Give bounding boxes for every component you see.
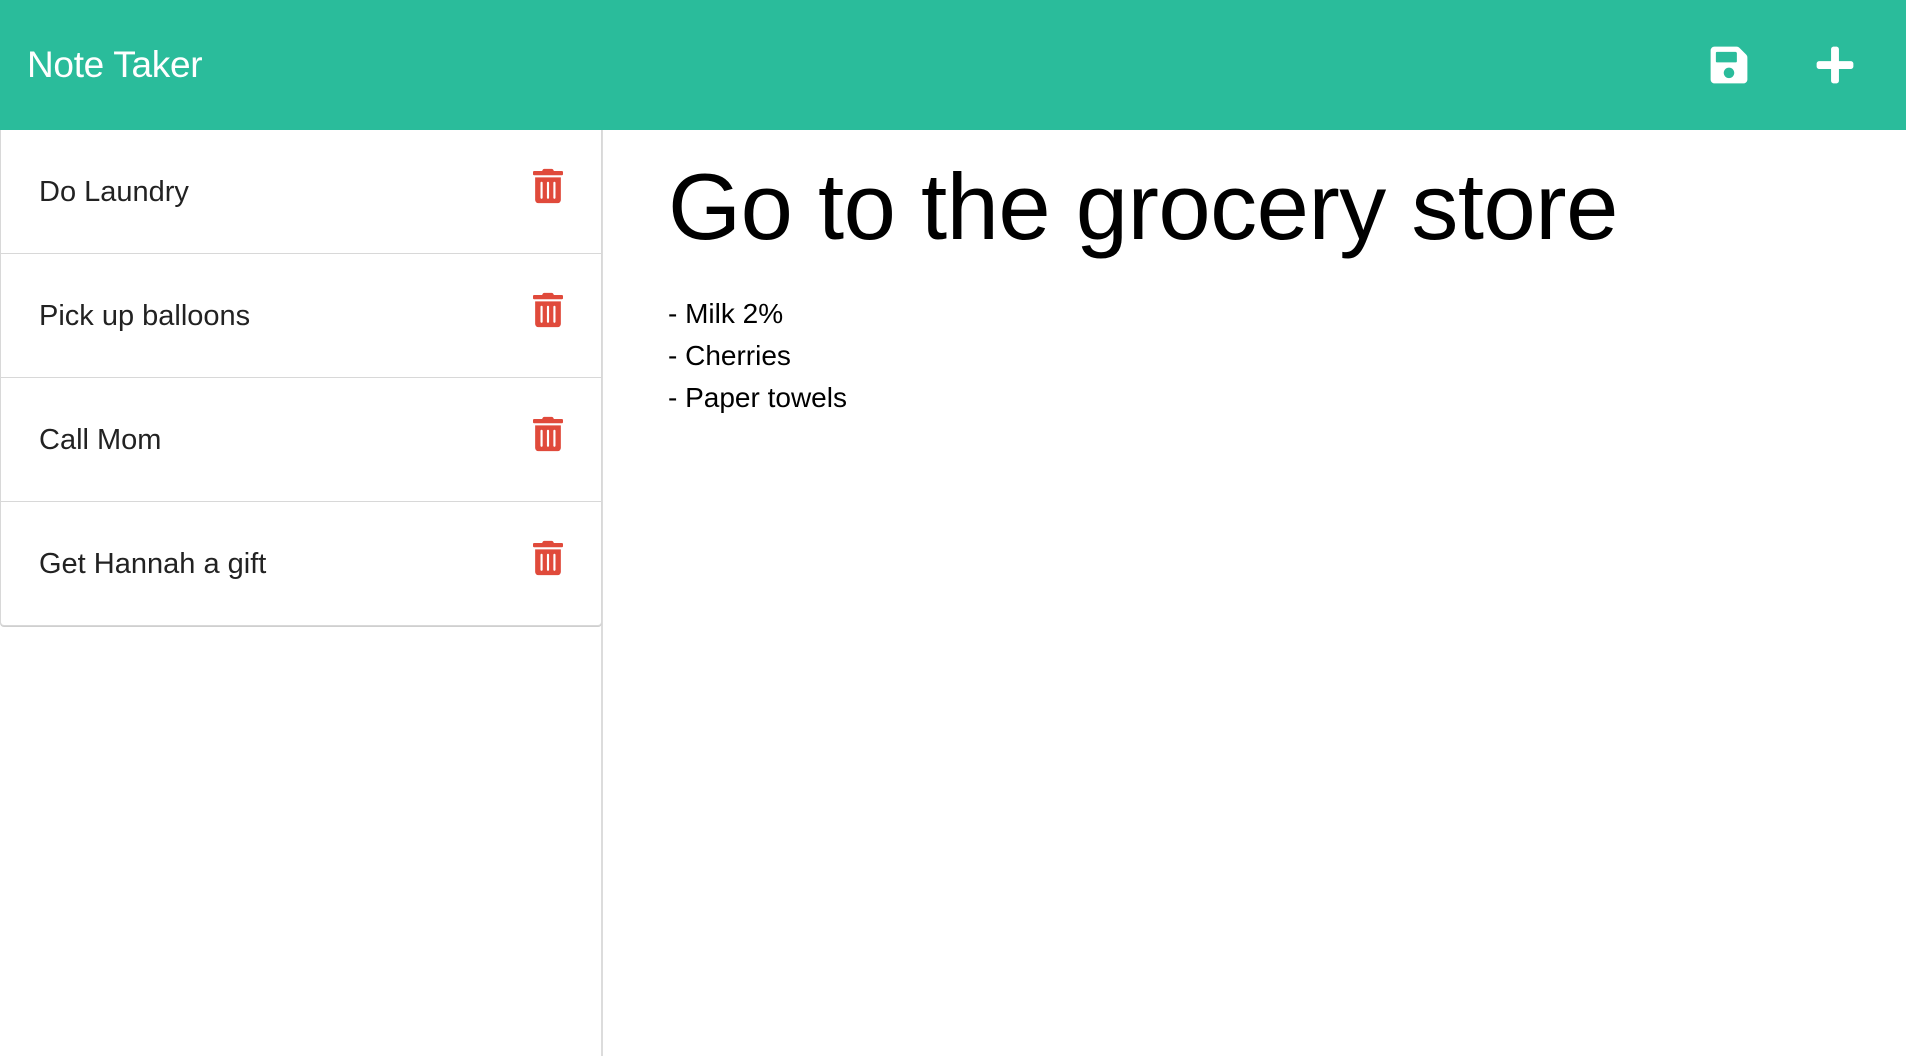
note-item-title: Do Laundry — [39, 176, 189, 208]
note-editor: Go to the grocery store - Milk 2% - Cher… — [603, 130, 1906, 1056]
trash-icon[interactable] — [533, 168, 563, 204]
note-item-get-hannah-a-gift[interactable]: Get Hannah a gift — [0, 502, 602, 626]
note-line: - Paper towels — [668, 382, 847, 414]
notes-sidebar: Do Laundry Pick up balloons Call Mom Get… — [0, 130, 603, 1056]
nav-actions — [1706, 42, 1858, 88]
note-item-title: Get Hannah a gift — [39, 548, 267, 580]
trash-icon[interactable] — [533, 292, 563, 328]
note-line: - Cherries — [668, 340, 791, 372]
note-item-do-laundry[interactable]: Do Laundry — [0, 130, 602, 254]
plus-icon — [1816, 46, 1854, 84]
note-item-call-mom[interactable]: Call Mom — [0, 378, 602, 502]
trash-icon[interactable] — [533, 416, 563, 452]
notes-list: Do Laundry Pick up balloons Call Mom Get… — [0, 130, 602, 626]
brand-title[interactable]: Note Taker — [27, 44, 203, 86]
save-icon — [1710, 46, 1748, 84]
note-line: - Milk 2% — [668, 298, 784, 330]
new-note-button[interactable] — [1812, 42, 1858, 88]
trash-icon[interactable] — [533, 540, 563, 576]
note-body-field[interactable]: - Milk 2% - Cherries - Paper towels — [668, 293, 1846, 419]
note-item-title: Call Mom — [39, 424, 162, 456]
navbar: Note Taker — [0, 0, 1906, 130]
save-note-button[interactable] — [1706, 42, 1752, 88]
note-item-title: Pick up balloons — [39, 300, 251, 332]
note-title-field[interactable]: Go to the grocery store — [668, 154, 1846, 259]
note-item-pick-up-balloons[interactable]: Pick up balloons — [0, 254, 602, 378]
